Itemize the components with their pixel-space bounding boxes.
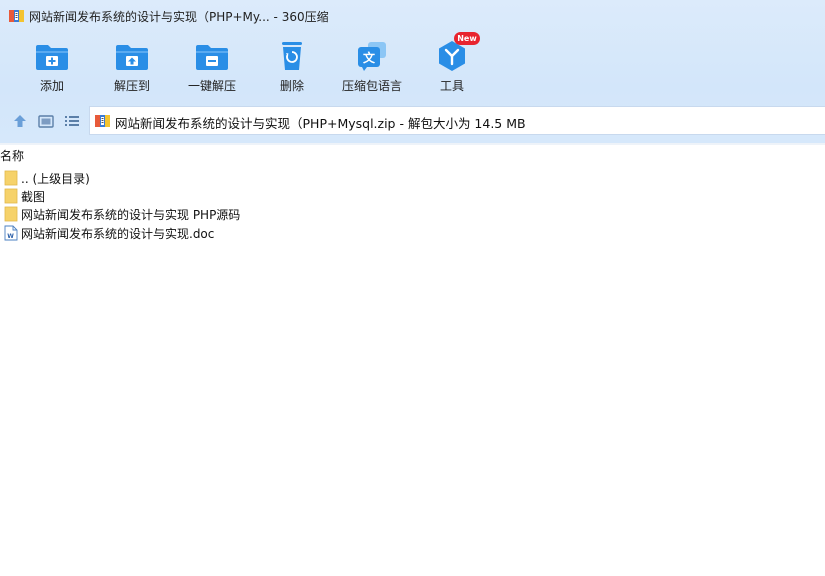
list-item-php-source[interactable]: 网站新闻发布系统的设计与实现 PHP源码 [0,205,825,223]
svg-text:文: 文 [363,50,376,65]
extract-to-button[interactable]: 解压到 [92,40,172,98]
add-folder-icon [36,45,68,70]
archive-file-icon [95,115,110,127]
column-header-name[interactable]: 名称 [0,147,24,164]
list-view-icon[interactable] [63,112,81,130]
file-list: 名称 .. (上级目录) 截图 网站新闻发布系统的设计与实现 PHP源码 W 网… [0,145,825,576]
archive-app-icon [9,10,24,22]
list-item-doc-file[interactable]: W 网站新闻发布系统的设计与实现.doc [0,224,825,242]
thumbnail-view-icon[interactable] [37,112,55,130]
folder-icon [4,188,18,204]
tools-label: 工具 [439,79,464,93]
up-arrow-icon[interactable] [11,112,29,130]
svg-text:W: W [7,233,14,240]
new-badge: New [454,32,480,45]
extract-to-label: 解压到 [113,79,150,93]
delete-button[interactable]: 删除 [252,40,332,98]
archive-language-button[interactable]: 文 压缩包语言 [332,40,412,98]
folder-icon [4,206,18,222]
window-title: 网站新闻发布系统的设计与实现（PHP+My... - 360压缩 [29,10,329,24]
language-icon: 文 [358,42,386,71]
add-button[interactable]: 添加 [12,40,92,98]
word-document-icon: W [4,225,18,241]
toolbar: 添加 解压到 一键解压 删除 文 压缩包语言 工具 [0,32,825,98]
archive-path: 网站新闻发布系统的设计与实现（PHP+Mysql.zip - 解包大小为 14.… [115,116,526,131]
extract-folder-icon [116,45,148,70]
list-item-label: .. (上级目录) [21,172,90,186]
archive-language-label: 压缩包语言 [341,79,402,93]
folder-icon [4,170,18,186]
delete-label: 删除 [279,79,304,93]
list-item-screenshots[interactable]: 截图 [0,187,825,205]
add-label: 添加 [39,79,64,93]
list-item-label: 网站新闻发布系统的设计与实现 PHP源码 [21,208,241,222]
list-item-parent-directory[interactable]: .. (上级目录) [0,169,825,187]
list-item-label: 截图 [21,190,46,204]
one-click-extract-icon [196,45,228,70]
tools-button[interactable]: 工具 [412,40,492,98]
list-item-label: 网站新闻发布系统的设计与实现.doc [21,227,215,241]
one-click-extract-button[interactable]: 一键解压 [172,40,252,98]
address-bar[interactable]: 网站新闻发布系统的设计与实现（PHP+Mysql.zip - 解包大小为 14.… [89,106,825,135]
recycle-bin-icon [282,42,302,70]
one-click-extract-label: 一键解压 [187,79,236,93]
title-bar: 网站新闻发布系统的设计与实现（PHP+My... - 360压缩 [0,0,825,32]
